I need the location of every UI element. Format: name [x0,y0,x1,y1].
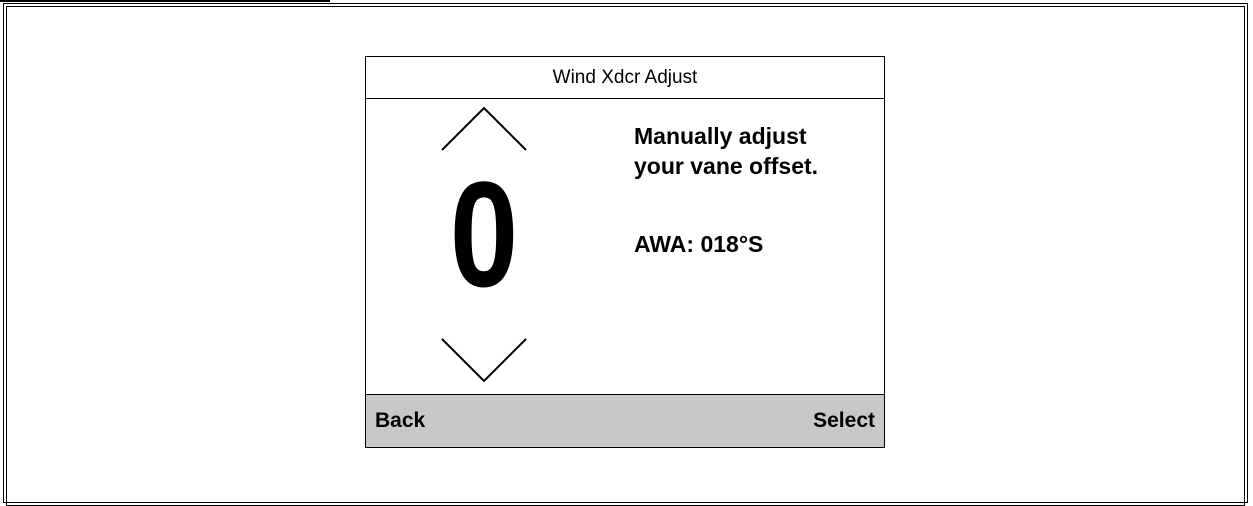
top-strip [0,0,330,2]
instruction-line-1: Manually adjust [634,123,807,149]
awa-readout: AWA: 018°S [634,231,764,257]
offset-value: 0 [449,150,519,318]
chevron-up-icon[interactable] [440,106,528,152]
chevron-down-icon[interactable] [440,337,528,383]
adjust-panel: 0 Manually adjust your vane offset. AWA:… [366,99,884,396]
instruction-line-2: your vane offset. [634,153,819,179]
page-title: Wind Xdcr Adjust [552,66,698,88]
softkey-bar: Back Select [366,394,884,447]
title-bar: Wind Xdcr Adjust [366,57,884,99]
instruction-text: Manually adjust your vane offset. [634,121,884,181]
select-button[interactable]: Select [813,409,875,433]
back-button[interactable]: Back [375,409,425,433]
device-screen: Wind Xdcr Adjust 0 Manually adjust your … [365,56,885,448]
